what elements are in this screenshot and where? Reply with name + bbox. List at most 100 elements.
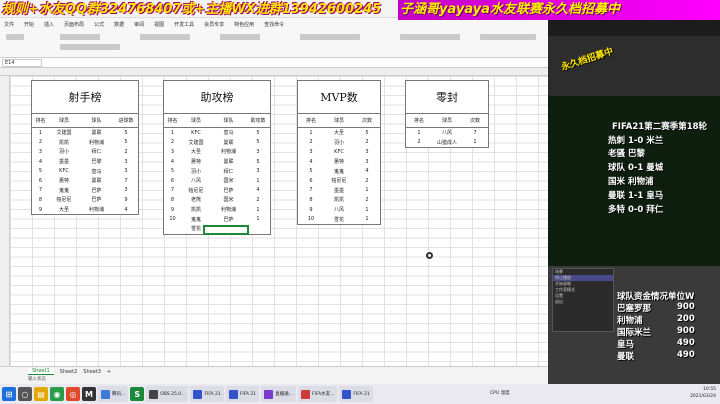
table-cell: 拜仁 — [91, 149, 102, 156]
table-cell: 6 — [170, 177, 175, 184]
wps-icon[interactable]: S — [130, 387, 145, 401]
header-cell: 排名 — [35, 118, 46, 124]
sheet-tab[interactable]: Sheet3 — [83, 369, 101, 375]
sheet-tab[interactable]: Sheet1 — [28, 368, 54, 375]
assists-table: 助攻榜 排名 球员 球队 助攻数 1 KFC 皇马 5 2 艾建国 曼联 5 3 大圣 利物浦 3 4 蕙… — [163, 80, 271, 235]
scorers-table: 射手榜 排名 球员 球队 进球数 1 艾建国 曼联 5 2 凯凯 利物浦 5 3 羽小 拜仁 2 4 墨墨… — [31, 80, 139, 216]
table-cell: 6 — [309, 177, 313, 184]
header-cell: 排名 — [413, 118, 424, 124]
header-cell: 排名 — [305, 118, 316, 124]
taskbar: ⊞ ○ ▤ ◉ ◎ M 腾讯... S OBS 25.0... FIFA 21 … — [0, 384, 720, 404]
table-cell: 帕尼尼 — [331, 178, 347, 185]
table-cell: 1 — [256, 216, 260, 223]
table-cell: 2 — [417, 139, 421, 146]
table-cell: 鬼鬼 — [333, 168, 344, 175]
taskbar-app[interactable]: OBS 25.0... — [146, 386, 189, 402]
taskbar-app[interactable]: FIFA 21 — [190, 386, 224, 402]
header-cell: 进球数 — [118, 118, 134, 124]
menu-item[interactable]: 审阅 — [134, 21, 144, 28]
paste-button[interactable] — [6, 34, 24, 40]
table-cell: 9 — [170, 206, 175, 213]
table-cell: 4 — [256, 187, 260, 194]
table-row: 7 墨墨 1 — [298, 186, 380, 196]
menu-item[interactable]: 视图 — [154, 21, 164, 28]
table-row: 2 羽小 2 — [298, 138, 380, 148]
table-row: 5 KFC 皇马 3 — [32, 166, 138, 176]
table-cell: 2 — [365, 139, 369, 146]
taskbar-app[interactable]: 腾讯... — [98, 386, 129, 402]
table-cell: 8 — [38, 196, 43, 203]
browser-icon[interactable]: ◉ — [50, 387, 64, 401]
table-row: 1 KFC 皇马 5 — [164, 128, 270, 138]
taskbar-app[interactable]: FIFA水友... — [297, 386, 338, 402]
name-box[interactable]: E14 — [2, 59, 42, 67]
table-row: 8 帕尼尼 巴萨 9 — [32, 195, 138, 205]
menu-item[interactable]: 开始 — [24, 21, 34, 28]
table-title: 零封 — [406, 81, 488, 114]
table-cell: 巴萨 — [223, 216, 234, 223]
table-cell: 5 — [124, 129, 128, 136]
table-row: 8 凯凯 2 — [298, 195, 380, 205]
align-buttons[interactable] — [140, 34, 190, 40]
table-title: MVP数 — [298, 81, 380, 114]
table-cell: 凯凯 — [333, 197, 344, 204]
taskbar-app[interactable]: 直播通... — [261, 386, 296, 402]
table-cell: 3 — [365, 158, 369, 165]
sum-filter-buttons[interactable] — [400, 34, 460, 40]
table-cell: 2 — [38, 139, 43, 146]
menu-item[interactable]: 公式 — [94, 21, 104, 28]
table-cell: 3 — [256, 168, 260, 175]
table-row: 8 老熊 国米 2 — [164, 195, 270, 205]
menu-item[interactable]: 数据 — [114, 21, 124, 28]
table-cell: 大圣 — [58, 207, 69, 214]
system-tray[interactable]: 10:55 2021/03/24 — [690, 386, 716, 400]
start-icon[interactable]: ⊞ — [2, 387, 16, 401]
table-cell: 2 — [365, 177, 369, 184]
table-cell: 利物浦 — [220, 149, 236, 156]
menu-item[interactable]: 页面布局 — [64, 21, 84, 28]
taskbar-app[interactable]: FIFA 21 — [225, 386, 260, 402]
screen: 文件 开始 插入 页面布局 公式 数据 审阅 视图 开发工具 会员专享 特色应用… — [0, 0, 720, 404]
table-cell: 大圣 — [190, 149, 201, 156]
style-buttons[interactable] — [300, 34, 360, 40]
menu-item[interactable]: 查找命令 — [264, 21, 284, 28]
selected-cell[interactable] — [203, 225, 249, 235]
table-cell: 2 — [256, 196, 260, 203]
table-cell: 10 — [307, 216, 315, 223]
font-select[interactable] — [60, 34, 100, 40]
table-row: 9 八风 1 — [298, 205, 380, 215]
funds-value: 900 — [677, 302, 695, 312]
add-sheet-icon[interactable]: + — [107, 369, 111, 375]
funds-value: 490 — [677, 350, 695, 360]
table-header: 排名 球员 次数 — [406, 114, 488, 128]
taskbar-app[interactable]: FIFA 21 — [339, 386, 373, 402]
table-cell: 6 — [38, 177, 43, 184]
table-cell: 7 — [170, 187, 175, 194]
obs-controls-panel: 场景 停止播放 开始录制 工作室模式 设置 退出 — [552, 268, 614, 332]
table-row: 3 KFC 3 — [298, 147, 380, 157]
funds-team: 曼联 — [617, 352, 635, 362]
table-cell: KFC — [191, 129, 201, 136]
obs-item[interactable]: 退出 — [553, 299, 613, 305]
sheet-tab[interactable]: Sheet2 — [60, 369, 78, 375]
search-icon[interactable]: ○ — [18, 387, 32, 401]
table-row: 4 蕙特 3 — [298, 157, 380, 167]
menu-item[interactable]: 开发工具 — [174, 21, 194, 28]
table-cell: 5 — [256, 139, 260, 146]
app-icon[interactable]: ◎ — [66, 387, 80, 401]
menu-item[interactable]: 会员专享 — [204, 21, 224, 28]
table-cell: 大圣 — [333, 130, 344, 137]
table-row: 6 帕尼尼 2 — [298, 176, 380, 186]
table-row: 4 蕙特 曼联 5 — [164, 157, 270, 167]
menu-item[interactable]: 插入 — [44, 21, 54, 28]
table-cell: 1 — [38, 129, 43, 136]
table-cell: 4 — [365, 168, 369, 175]
table-row: 1 八风 7 — [406, 128, 488, 138]
menu-item[interactable]: 特色应用 — [234, 21, 254, 28]
menu-item[interactable]: 文件 — [4, 21, 14, 28]
sort-buttons[interactable] — [480, 34, 536, 40]
format-buttons[interactable] — [60, 44, 120, 50]
m-app-icon[interactable]: M — [82, 387, 96, 401]
folder-icon[interactable]: ▤ — [34, 387, 48, 401]
number-format[interactable] — [220, 34, 260, 40]
